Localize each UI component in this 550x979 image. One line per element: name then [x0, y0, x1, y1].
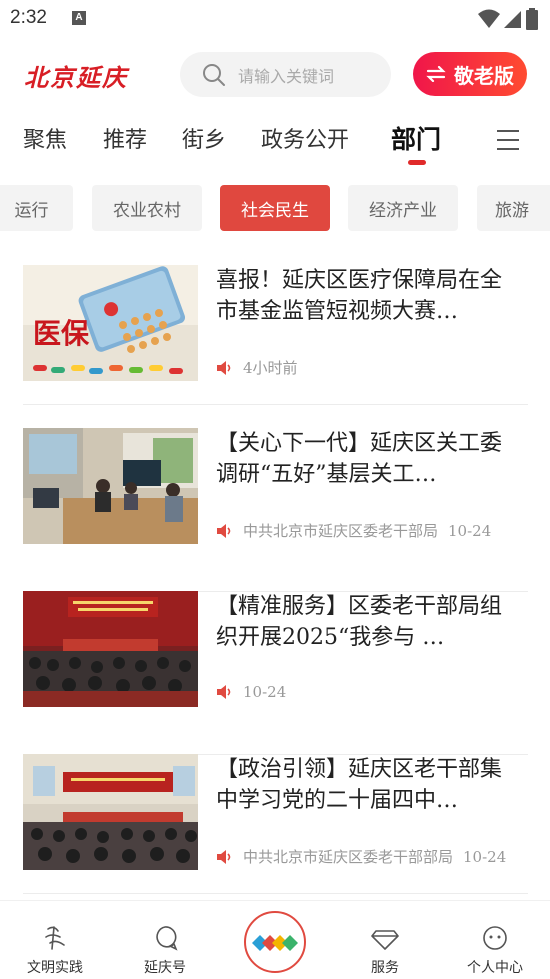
- news-source: 中共北京市延庆区委老干部部局: [243, 848, 454, 866]
- thumb-text: 医保: [33, 317, 90, 350]
- news-item[interactable]: 【精准服务】区委老干部局组织开展2025“我参与 … 10-24: [23, 591, 528, 755]
- status-time: 2:32: [10, 7, 47, 28]
- diamond-icon: [371, 930, 399, 950]
- search-bar[interactable]: 请输入关键词: [180, 52, 391, 97]
- swap-icon: [426, 66, 446, 82]
- sub-tabs: 运行 农业农村 社会民生 经济产业 旅游: [0, 185, 550, 231]
- news-time: 4小时前: [243, 359, 298, 377]
- news-title: 【政治引领】延庆区老干部集中学习党的二十届四中…: [216, 757, 503, 813]
- menu-icon[interactable]: [497, 130, 519, 150]
- elder-mode-button[interactable]: 敬老版: [413, 52, 527, 96]
- subtab-tourism[interactable]: 旅游: [477, 185, 550, 231]
- home-logo-button[interactable]: [244, 911, 306, 973]
- news-title: 【精准服务】区委老干部局组织开展2025“我参与 …: [216, 594, 503, 650]
- home-logo-icon: [252, 935, 298, 951]
- news-item[interactable]: 【政治引领】延庆区老干部集中学习党的二十届四中… 中共北京市延庆区委老干部部局 …: [23, 754, 528, 894]
- tab-focus[interactable]: 聚焦: [23, 122, 67, 154]
- nav-yanqing-label: 延庆号: [144, 960, 186, 976]
- nav-profile[interactable]: 个人中心: [455, 923, 535, 977]
- speaker-icon: [217, 685, 231, 699]
- nav-profile-label: 个人中心: [467, 960, 523, 976]
- auditorium-photo: [23, 754, 198, 870]
- news-title: 【关心下一代】延庆区关工委调研“五好”基层关工…: [216, 431, 503, 487]
- news-thumbnail: [23, 754, 198, 870]
- tab-departments[interactable]: 部门: [391, 120, 441, 156]
- app-header: 北京延庆 请输入关键词 敬老版: [0, 48, 550, 100]
- search-icon: [203, 63, 225, 86]
- nav-service-label: 服务: [371, 960, 399, 976]
- speaker-icon: [217, 360, 231, 375]
- news-meta: 中共北京市延庆区委老干部部局 10-24: [216, 846, 506, 867]
- face-icon: [483, 926, 507, 950]
- nav-civilization[interactable]: 文明实践: [15, 923, 95, 977]
- bottom-nav: 文明实践 延庆号 服务 个人中心: [0, 900, 550, 979]
- news-meta: 中共北京市延庆区委老干部局 10-24: [216, 520, 491, 541]
- active-tab-indicator: [408, 160, 426, 165]
- subtab-economy[interactable]: 经济产业: [348, 185, 458, 231]
- medical-insurance-image: 医保: [23, 265, 198, 381]
- subtab-agriculture[interactable]: 农业农村: [92, 185, 202, 231]
- elder-mode-label: 敬老版: [454, 63, 514, 88]
- status-icons: [478, 8, 538, 30]
- speaker-icon: [217, 849, 231, 864]
- notification-icon: A: [72, 11, 86, 25]
- news-thumbnail: 医保: [23, 265, 198, 381]
- tab-streets[interactable]: 街乡: [182, 122, 226, 154]
- subtab-livelihood[interactable]: 社会民生: [220, 185, 330, 231]
- news-meta: 10-24: [216, 683, 286, 701]
- status-bar: 2:32 A: [0, 0, 550, 38]
- channel-tabs: 聚焦 推荐 街乡 政务公开 部门: [0, 118, 550, 170]
- search-placeholder: 请输入关键词: [238, 66, 335, 86]
- tab-recommend[interactable]: 推荐: [103, 122, 147, 154]
- news-thumbnail: [23, 591, 198, 707]
- tab-government[interactable]: 政务公开: [261, 122, 349, 154]
- news-source: 中共北京市延庆区委老干部局: [243, 522, 439, 540]
- signal-icon: [504, 11, 521, 28]
- chat-icon: [156, 926, 178, 951]
- news-meta: 4小时前: [216, 357, 298, 378]
- speaker-icon: [217, 523, 231, 538]
- app-logo: 北京延庆: [24, 63, 128, 92]
- nav-civilization-label: 文明实践: [27, 960, 83, 976]
- news-time: 10-24: [243, 683, 287, 701]
- battery-icon: [526, 8, 538, 30]
- meeting-room-photo: [23, 428, 198, 544]
- news-title: 喜报！延庆区医疗保障局在全市基金监管短视频大赛…: [216, 268, 503, 324]
- news-time: 10-24: [463, 847, 507, 866]
- subtab-operation[interactable]: 运行: [0, 185, 73, 231]
- auditorium-photo: [23, 591, 198, 707]
- news-item[interactable]: 医保 喜报！延庆区医疗保障局在全市基金监管短视频大赛… 4小时前: [23, 265, 528, 405]
- nav-yanqing-account[interactable]: 延庆号: [125, 923, 205, 977]
- nav-service[interactable]: 服务: [345, 923, 425, 977]
- wifi-icon: [478, 9, 500, 28]
- news-item[interactable]: 【关心下一代】延庆区关工委调研“五好”基层关工… 中共北京市延庆区委老干部局 1…: [23, 428, 528, 592]
- news-thumbnail: [23, 428, 198, 544]
- civilization-icon: [45, 926, 65, 950]
- news-time: 10-24: [448, 521, 492, 540]
